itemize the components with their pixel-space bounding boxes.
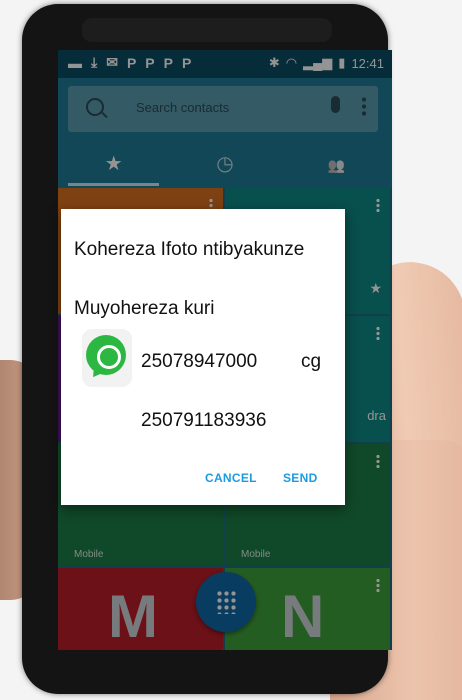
phone-number-separator: cg bbox=[301, 351, 322, 372]
phone-number-1: 25078947000 bbox=[141, 351, 258, 372]
send-failed-dialog: Kohereza Ifoto ntibyakunze Muyohereza ku… bbox=[61, 209, 345, 505]
phone-number-2: 250791183936 bbox=[141, 410, 267, 431]
cancel-button[interactable]: CANCEL bbox=[205, 471, 257, 485]
whatsapp-icon bbox=[82, 329, 132, 387]
phone-earpiece bbox=[82, 18, 332, 42]
whatsapp-bubble bbox=[86, 335, 126, 375]
dialog-title: Kohereza Ifoto ntibyakunze bbox=[74, 239, 305, 260]
dialog-subtitle: Muyohereza kuri bbox=[74, 298, 215, 319]
send-button[interactable]: SEND bbox=[283, 471, 318, 485]
whatsapp-phone-ring bbox=[97, 345, 121, 369]
